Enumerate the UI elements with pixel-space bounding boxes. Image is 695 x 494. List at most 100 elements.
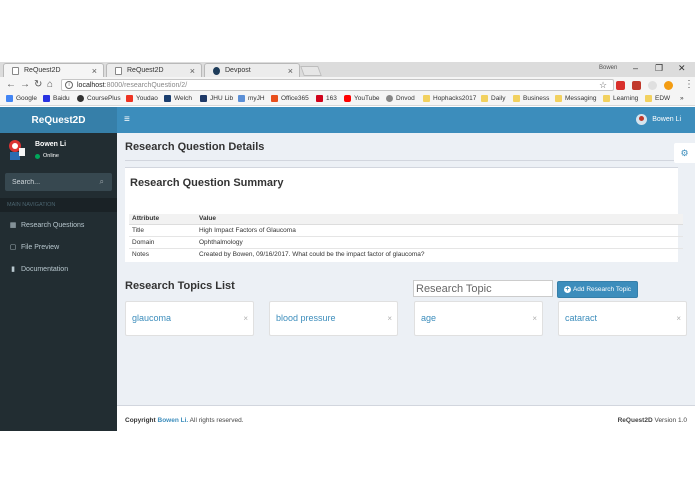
close-icon[interactable]: × — [190, 66, 195, 76]
bookmark-jhulib[interactable]: JHU Lib — [200, 95, 233, 102]
bookmark-edw[interactable]: EDW — [645, 95, 670, 102]
folder-icon — [645, 95, 652, 102]
bookmark-dnvod[interactable]: Dnvod — [386, 95, 415, 102]
add-button-label: Add Research Topic — [572, 286, 632, 293]
sidebar-item-label: File Preview — [21, 243, 60, 251]
topic-card[interactable]: blood pressure × — [269, 301, 398, 336]
topic-label[interactable]: glaucoma — [132, 313, 171, 323]
extension-icon[interactable] — [632, 81, 641, 90]
menu-kebab-icon[interactable]: ⋮ — [684, 79, 694, 90]
bookmark-youdao[interactable]: Youdao — [126, 95, 158, 102]
author-link[interactable]: Bowen Li. — [158, 417, 189, 424]
sidebar-item-file-preview[interactable]: ▢ File Preview — [0, 237, 117, 257]
bookmark-courseplus[interactable]: CoursePlus — [77, 95, 121, 102]
add-research-topic-button[interactable]: + Add Research Topic — [557, 281, 638, 298]
close-icon[interactable]: × — [288, 66, 293, 76]
footer-copyright: Copyright Bowen Li. All rights reserved. — [125, 417, 244, 424]
courseplus-icon — [77, 95, 84, 102]
attribute-cell: Domain — [129, 235, 196, 248]
bookmark-label: Daily — [491, 95, 506, 102]
sidebar-item-research-questions[interactable]: ▦ Research Questions — [0, 215, 117, 235]
sidebar-toggle-icon[interactable]: ≡ — [124, 114, 130, 125]
app-logo[interactable]: ReQuest2D — [0, 107, 117, 133]
topic-card[interactable]: age × — [414, 301, 543, 336]
forward-icon[interactable]: → — [20, 79, 30, 90]
topic-label[interactable]: cataract — [565, 313, 597, 323]
close-icon[interactable]: × — [532, 314, 537, 323]
bookmark-label: Messaging — [565, 95, 597, 102]
new-tab-button[interactable] — [300, 66, 322, 76]
search-icon[interactable]: ⌕ — [100, 177, 104, 187]
header-user-menu[interactable]: Bowen Li — [636, 114, 681, 125]
bookmark-daily[interactable]: Daily — [481, 95, 505, 102]
value-cell: Created by Bowen, 09/16/2017. What could… — [196, 247, 683, 260]
bookmark-office365[interactable]: Office365 — [271, 95, 309, 102]
close-icon[interactable]: × — [387, 314, 392, 323]
extension-abp-icon[interactable] — [616, 81, 625, 90]
address-bar[interactable]: i localhost:8000/researchQuestion/2/ — [61, 79, 614, 91]
bookmark-welch[interactable]: Welch — [164, 95, 192, 102]
tab-strip: ReQuest2D × ReQuest2D × Devpost × Bowen … — [0, 62, 695, 77]
close-window-icon[interactable]: ✕ — [678, 63, 686, 74]
bookmark-google[interactable]: Google — [6, 95, 37, 102]
sidebar-item-documentation[interactable]: ▮ Documentation — [0, 259, 117, 279]
extension-icon[interactable] — [648, 81, 657, 90]
folder-icon — [481, 95, 488, 102]
close-icon[interactable]: × — [92, 66, 97, 76]
back-icon[interactable]: ← — [6, 79, 16, 90]
table-row: Title High Impact Factors of Glaucoma — [129, 223, 683, 236]
sidebar-search-input[interactable] — [5, 173, 93, 191]
browser-tab-request2d-1[interactable]: ReQuest2D × — [3, 63, 104, 77]
bookmark-label: Baidu — [53, 95, 70, 102]
divider — [125, 160, 687, 161]
topic-card[interactable]: glaucoma × — [125, 301, 254, 336]
research-topic-input[interactable] — [413, 280, 553, 297]
summary-box: Research Question Summary Attribute Valu… — [125, 167, 683, 262]
online-status: Online — [35, 153, 59, 159]
info-icon[interactable]: i — [65, 81, 73, 89]
topic-label[interactable]: age — [421, 313, 436, 323]
bookmark-learning[interactable]: Learning — [603, 95, 638, 102]
bookmark-hophacks[interactable]: Hophacks2017 — [423, 95, 476, 102]
topic-label[interactable]: blood pressure — [276, 313, 336, 323]
close-icon[interactable]: × — [676, 314, 681, 323]
bookmark-163[interactable]: 163 — [316, 95, 337, 102]
topics-title: Research Topics List — [125, 280, 235, 292]
bookmark-baidu[interactable]: Baidu — [43, 95, 70, 102]
browser-tab-request2d-2[interactable]: ReQuest2D × — [106, 63, 202, 77]
summary-title: Research Question Summary — [130, 177, 284, 189]
bookmark-label: Google — [16, 95, 37, 102]
home-icon[interactable]: ⌂ — [47, 79, 53, 90]
gear-icon[interactable]: ⚙ — [674, 143, 695, 163]
value-cell: Ophthalmology — [196, 235, 683, 248]
bookmark-myjh[interactable]: myJH — [238, 95, 265, 102]
reload-icon[interactable]: ↻ — [34, 79, 42, 90]
avatar — [9, 140, 25, 160]
folder-icon — [603, 95, 610, 102]
topic-card[interactable]: cataract × — [558, 301, 687, 336]
attribute-cell: Notes — [129, 247, 196, 260]
extension-icon[interactable] — [664, 81, 673, 90]
table-row: Notes Created by Bowen, 09/16/2017. What… — [129, 247, 683, 260]
bookmarks-overflow[interactable]: » — [680, 95, 684, 102]
url-host: localhost — [77, 81, 105, 89]
restore-icon[interactable]: ❐ — [655, 63, 663, 74]
bookmark-star-icon[interactable]: ☆ — [599, 80, 607, 91]
folder-icon — [513, 95, 520, 102]
value-cell: High Impact Factors of Glaucoma — [196, 223, 683, 236]
file-icon: ▢ — [9, 244, 17, 251]
bookmark-business[interactable]: Business — [513, 95, 549, 102]
copyright-prefix: Copyright — [125, 417, 156, 424]
bookmark-label: Youdao — [136, 95, 158, 102]
browser-tab-devpost[interactable]: Devpost × — [204, 63, 300, 77]
close-icon[interactable]: × — [243, 314, 248, 323]
status-label: Online — [43, 153, 59, 159]
tab-title: Devpost — [225, 67, 251, 74]
bookmark-label: CoursePlus — [87, 95, 121, 102]
profile-label[interactable]: Bowen — [599, 65, 617, 71]
navigation-bar: ← → ↻ ⌂ i localhost:8000/researchQuestio… — [0, 77, 695, 93]
bookmark-messaging[interactable]: Messaging — [555, 95, 596, 102]
minimize-icon[interactable]: – — [633, 63, 638, 73]
bookmark-youtube[interactable]: YouTube — [344, 95, 380, 102]
bottom-whitespace — [0, 431, 695, 494]
